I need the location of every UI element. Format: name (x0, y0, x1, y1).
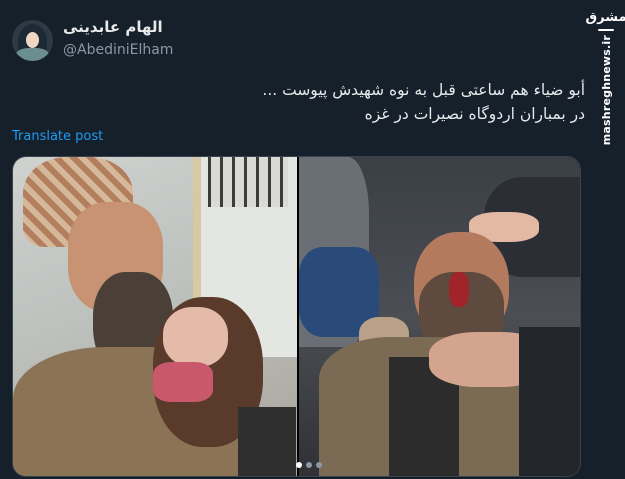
avatar-body (16, 48, 49, 61)
author-display-name[interactable]: الهام عابدینی (63, 18, 163, 36)
avatar[interactable] (12, 20, 53, 61)
media-photo-right[interactable] (299, 157, 580, 476)
tweet-line-1: أبو ضياء هم ساعتی قبل به نوه شهیدش پیوست… (262, 81, 585, 99)
watermark: مشرق mashreghnews.ir (586, 10, 625, 145)
carousel-dot[interactable] (306, 462, 312, 468)
tweet-text: أبو ضياء هم ساعتی قبل به نوه شهیدش پیوست… (25, 78, 585, 126)
watermark-icon (598, 29, 614, 31)
media-container[interactable] (12, 156, 581, 477)
carousel-dot[interactable] (316, 462, 322, 468)
translate-post-link[interactable]: Translate post (12, 129, 103, 144)
carousel-indicator[interactable] (296, 462, 322, 468)
media-photo-left[interactable] (13, 157, 297, 476)
watermark-logo: مشرق (585, 10, 625, 25)
carousel-dot[interactable] (296, 462, 302, 468)
watermark-url: mashreghnews.ir (599, 35, 613, 146)
author-handle[interactable]: @AbediniElham (63, 42, 173, 58)
avatar-face (26, 32, 39, 48)
tweet-line-2: در بمباران اردوگاه نصیرات در غزه (364, 105, 585, 123)
